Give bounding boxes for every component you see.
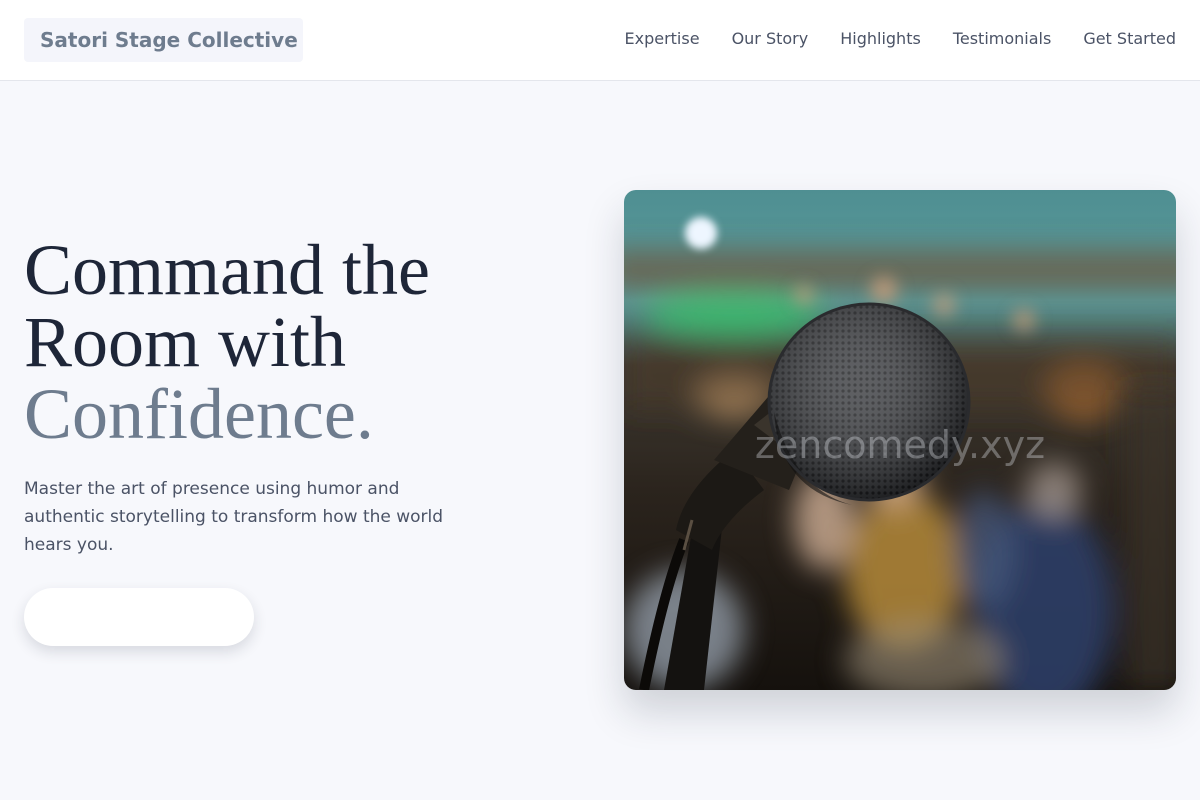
hero-title-line-2: Room with xyxy=(24,302,347,382)
nav-link-highlights[interactable]: Highlights xyxy=(840,28,921,50)
hero-image: zencomedy.xyz xyxy=(624,190,1176,690)
hero-subtitle: Master the art of presence using humor a… xyxy=(24,479,444,555)
hero-title: Command the Room with Confidence. xyxy=(24,234,544,450)
nav-link-our-story[interactable]: Our Story xyxy=(732,28,809,50)
nav-link-testimonials[interactable]: Testimonials xyxy=(953,28,1052,50)
nav-link-expertise[interactable]: Expertise xyxy=(625,28,700,50)
brand-logo[interactable]: Satori Stage Collective xyxy=(24,18,303,62)
book-session-button[interactable]: Book Your Session xyxy=(24,588,254,646)
hero-title-line-1: Command the xyxy=(24,230,430,310)
main-nav: Expertise Our Story Highlights Testimoni… xyxy=(625,28,1177,50)
image-watermark: zencomedy.xyz xyxy=(755,423,1045,467)
site-header: Satori Stage Collective Expertise Our St… xyxy=(0,0,1200,81)
microphone-photo-icon: zencomedy.xyz xyxy=(624,190,1176,690)
nav-link-get-started[interactable]: Get Started xyxy=(1083,28,1176,50)
hero-title-accent: Confidence. xyxy=(24,374,374,454)
